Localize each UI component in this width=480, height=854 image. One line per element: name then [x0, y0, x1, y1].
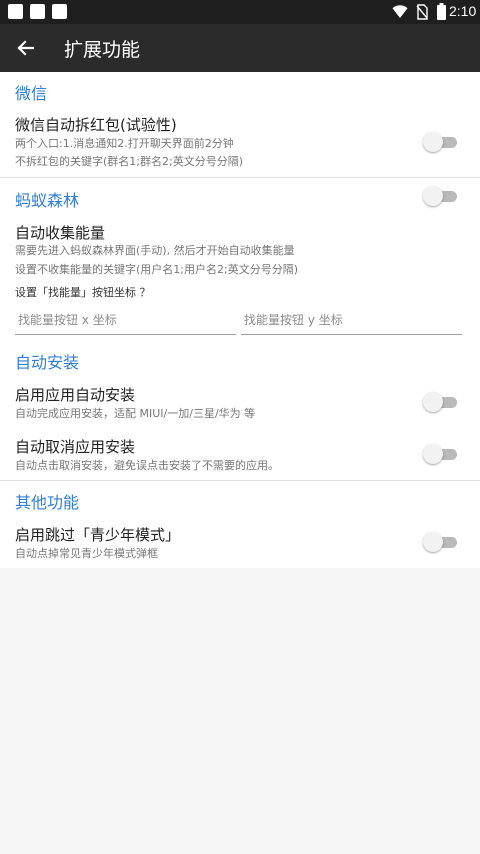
notification-icon — [52, 4, 67, 19]
divider — [0, 480, 480, 481]
status-bar: 2:10 — [0, 0, 480, 24]
page-title: 扩展功能 — [64, 39, 141, 61]
back-button[interactable] — [12, 34, 40, 62]
pref-title: 自动收集能量 — [15, 224, 106, 242]
pref-summary: 自动点掉常见青少年模式弹框 — [15, 547, 158, 560]
battery-icon — [437, 3, 446, 20]
section-title-ant-forest: 蚂蚁森林 — [15, 191, 80, 210]
pref-auto-install[interactable]: 启用应用自动安装 自动完成应用安装，适配 MIUI/一加/三星/华为 等 — [0, 378, 480, 426]
pref-summary: 自动点击取消安装，避免误点击安装了不需要的应用。 — [15, 459, 279, 472]
switch-thumb — [423, 186, 443, 206]
energy-x-coordinate-field[interactable] — [15, 308, 242, 335]
pref-title: 启用跳过「青少年模式」 — [15, 526, 181, 544]
pref-summary: 不拆红包的关键字(群名1;群名2;英文分号分隔) — [15, 155, 243, 168]
status-time: 2:10 — [449, 3, 477, 19]
no-sim-icon — [416, 4, 428, 20]
wechat-red-packet-switch[interactable] — [423, 132, 457, 152]
switch-thumb — [423, 532, 443, 552]
energy-y-input[interactable] — [241, 308, 468, 332]
energy-x-input[interactable] — [15, 308, 242, 332]
pref-summary: 设置不收集能量的关键字(用户名1;用户名2;英文分号分隔) — [15, 263, 298, 276]
pref-skip-teen-mode[interactable]: 启用跳过「青少年模式」 自动点掉常见青少年模式弹框 — [0, 518, 480, 566]
section-title-wechat: 微信 — [15, 84, 48, 103]
pref-title: 启用应用自动安装 — [15, 386, 136, 404]
switch-thumb — [423, 444, 443, 464]
section-title-other: 其他功能 — [15, 493, 80, 512]
skip-teen-mode-switch[interactable] — [423, 532, 457, 552]
notification-icon — [8, 4, 23, 19]
divider — [0, 177, 480, 178]
section-title-auto-install: 自动安装 — [15, 353, 80, 372]
app-toolbar: 扩展功能 — [0, 24, 480, 72]
notification-icon — [30, 4, 45, 19]
switch-thumb — [423, 392, 443, 412]
switch-thumb — [423, 132, 443, 152]
pref-auto-cancel-install[interactable]: 自动取消应用安装 自动点击取消安装，避免误点击安装了不需要的应用。 — [0, 430, 480, 478]
set-coordinate-link[interactable]: 设置「找能量」按钮坐标 ？ — [15, 284, 151, 300]
pref-summary: 需要先进入蚂蚁森林界面(手动), 然后才开始自动收集能量 — [15, 244, 295, 257]
pref-summary: 两个入口:1.消息通知2.打开聊天界面前2分钟 — [15, 137, 234, 150]
pref-title: 自动取消应用安装 — [15, 438, 136, 456]
ant-forest-switch[interactable] — [423, 186, 457, 206]
settings-list: 微信 微信自动拆红包(试验性) 两个入口:1.消息通知2.打开聊天界面前2分钟 … — [0, 72, 480, 568]
pref-summary: 自动完成应用安装，适配 MIUI/一加/三星/华为 等 — [15, 407, 256, 420]
energy-y-coordinate-field[interactable] — [241, 308, 468, 335]
auto-cancel-install-switch[interactable] — [423, 444, 457, 464]
pref-auto-collect-energy[interactable]: 自动收集能量 需要先进入蚂蚁森林界面(手动), 然后才开始自动收集能量 设置不收… — [0, 216, 480, 280]
pref-title: 微信自动拆红包(试验性) — [15, 116, 177, 134]
wifi-icon — [392, 5, 408, 18]
arrow-back-icon — [17, 40, 35, 56]
pref-wechat-red-packet[interactable]: 微信自动拆红包(试验性) 两个入口:1.消息通知2.打开聊天界面前2分钟 不拆红… — [0, 108, 480, 176]
auto-install-switch[interactable] — [423, 392, 457, 412]
